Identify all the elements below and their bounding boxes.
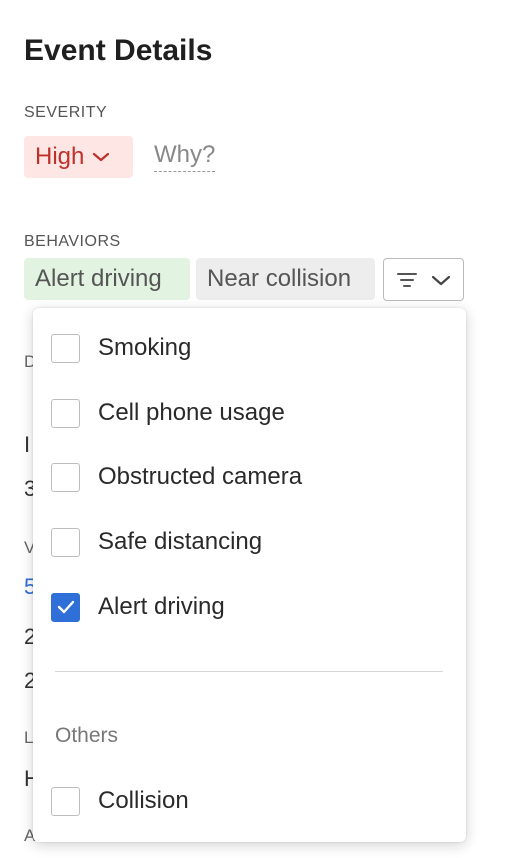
why-link[interactable]: Why? bbox=[154, 141, 216, 172]
checkbox[interactable] bbox=[51, 333, 80, 363]
behavior-tag-near-collision[interactable]: Near collision bbox=[196, 258, 375, 300]
behavior-filter-button[interactable] bbox=[383, 258, 464, 301]
severity-value: High bbox=[35, 143, 85, 170]
checkbox[interactable] bbox=[51, 462, 80, 492]
option-label: Alert driving bbox=[98, 593, 225, 620]
behaviors-label: BEHAVIORS bbox=[24, 233, 121, 250]
option-cell-phone-usage[interactable]: Cell phone usage bbox=[51, 398, 285, 428]
checkbox[interactable] bbox=[51, 527, 80, 557]
severity-label: SEVERITY bbox=[24, 104, 108, 121]
option-smoking[interactable]: Smoking bbox=[51, 333, 191, 363]
behavior-tag-alert-driving[interactable]: Alert driving bbox=[24, 258, 190, 300]
filter-icon bbox=[397, 272, 417, 287]
option-label: Safe distancing bbox=[98, 528, 263, 555]
option-alert-driving[interactable]: Alert driving bbox=[51, 592, 225, 622]
option-label: Smoking bbox=[98, 334, 192, 361]
page-title: Event Details bbox=[24, 34, 213, 67]
option-collision[interactable]: Collision bbox=[51, 786, 189, 816]
checkmark-icon bbox=[57, 600, 74, 614]
option-safe-distancing[interactable]: Safe distancing bbox=[51, 527, 262, 557]
event-details-panel: Event Details SEVERITY High Why? BEHAVIO… bbox=[0, 0, 532, 858]
chevron-down-icon bbox=[93, 152, 110, 162]
checkbox[interactable] bbox=[51, 786, 80, 816]
option-label: Cell phone usage bbox=[98, 399, 285, 426]
option-obstructed-camera[interactable]: Obstructed camera bbox=[51, 462, 302, 492]
divider bbox=[55, 671, 443, 672]
behavior-filter-menu: Smoking Cell phone usage Obstructed came… bbox=[33, 308, 466, 842]
chevron-down-icon bbox=[431, 275, 451, 285]
severity-dropdown[interactable]: High bbox=[24, 136, 133, 178]
option-label: Obstructed camera bbox=[98, 463, 303, 490]
group-label-others: Others bbox=[55, 724, 119, 747]
background-text: I bbox=[24, 432, 31, 457]
checkbox[interactable] bbox=[51, 398, 80, 428]
option-label: Collision bbox=[98, 787, 189, 814]
checkbox-checked[interactable] bbox=[51, 592, 80, 622]
